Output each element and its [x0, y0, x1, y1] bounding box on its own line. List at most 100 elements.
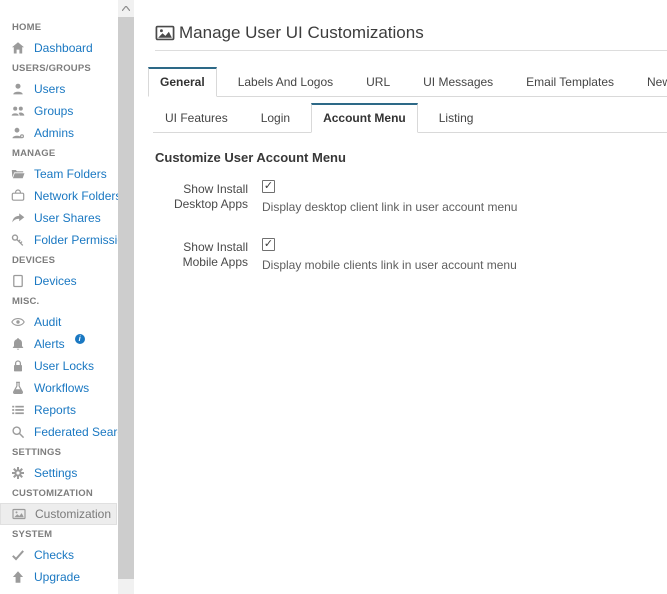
- list-icon: [11, 403, 25, 417]
- sidebar-item-label: Devices: [34, 274, 77, 288]
- sidebar-item-label: Groups: [34, 104, 73, 118]
- sidebar-item-label: Workflows: [34, 381, 89, 395]
- sidebar-item-label: User Locks: [34, 359, 94, 373]
- sidebar-item-label: Federated Search: [34, 425, 118, 439]
- bell-icon: [11, 337, 25, 351]
- arrow-up-icon: [11, 570, 25, 584]
- field-label: Show Install Mobile Apps: [155, 238, 248, 272]
- main-content: Manage User UI Customizations General La…: [134, 0, 667, 594]
- sidebar-item-checks[interactable]: Checks: [0, 544, 118, 566]
- sidebar-item-alerts[interactable]: Alertsi: [0, 333, 118, 355]
- field-control: ✓ Display mobile clients link in user ac…: [262, 238, 517, 272]
- sidebar-item-user-shares[interactable]: User Shares: [0, 207, 118, 229]
- sidebar-item-label: Settings: [34, 466, 77, 480]
- tab-news-feed[interactable]: News Feed: [635, 68, 667, 97]
- subtab-login[interactable]: Login: [249, 104, 302, 133]
- sidebar-item-label: Users: [34, 82, 65, 96]
- scrollbar-up-arrow-icon[interactable]: [118, 0, 134, 17]
- sidebar-section-users-groups: USERS/GROUPS: [0, 59, 118, 78]
- lock-icon: [11, 359, 25, 373]
- sidebar-item-customization[interactable]: Customization: [0, 503, 117, 525]
- sidebar-item-label: Reports: [34, 403, 76, 417]
- admin-portal-window: HOME Dashboard USERS/GROUPS Users Groups…: [0, 0, 667, 594]
- field-help-text: Display mobile clients link in user acco…: [262, 258, 517, 272]
- field-help-text: Display desktop client link in user acco…: [262, 200, 517, 214]
- sidebar-item-user-locks[interactable]: User Locks: [0, 355, 118, 377]
- sidebar-item-label: Audit: [34, 315, 61, 329]
- sidebar-item-audit[interactable]: Audit: [0, 311, 118, 333]
- key-icon: [11, 233, 25, 247]
- header-divider: [155, 50, 667, 51]
- page-title-image-icon: [155, 23, 175, 43]
- sidebar-section-customization: CUSTOMIZATION: [0, 484, 118, 503]
- show-install-desktop-apps-checkbox[interactable]: ✓: [262, 180, 275, 193]
- admin-users-icon: [11, 126, 25, 140]
- page-title: Manage User UI Customizations: [179, 23, 424, 43]
- sidebar-item-team-folders[interactable]: Team Folders: [0, 163, 118, 185]
- tab-email-templates[interactable]: Email Templates: [514, 68, 626, 97]
- tab-url[interactable]: URL: [354, 68, 402, 97]
- sidebar-section-system: SYSTEM: [0, 525, 118, 544]
- users-group-icon: [11, 104, 25, 118]
- tablet-icon: [11, 274, 25, 288]
- page-header: Manage User UI Customizations: [134, 0, 667, 46]
- sidebar-section-settings: SETTINGS: [0, 443, 118, 462]
- form-row-show-install-desktop-apps: Show Install Desktop Apps ✓ Display desk…: [155, 180, 667, 214]
- sidebar-item-folder-permissions[interactable]: Folder Permissions: [0, 229, 118, 251]
- eye-icon: [11, 315, 25, 329]
- sidebar-item-network-folders[interactable]: Network Folders: [0, 185, 118, 207]
- subtab-listing[interactable]: Listing: [427, 104, 486, 133]
- checkmark-glyph: ✓: [264, 181, 273, 192]
- sidebar-section-manage: MANAGE: [0, 144, 118, 163]
- sidebar-scrollbar[interactable]: [118, 0, 134, 594]
- field-control: ✓ Display desktop client link in user ac…: [262, 180, 517, 214]
- image-icon: [12, 507, 26, 521]
- account-menu-form: Show Install Desktop Apps ✓ Display desk…: [155, 180, 667, 272]
- subtab-ui-features[interactable]: UI Features: [153, 104, 240, 133]
- sidebar-section-home: HOME: [0, 18, 118, 37]
- sidebar-item-label: Customization: [35, 507, 111, 521]
- home-icon: [11, 41, 25, 55]
- subtab-account-menu[interactable]: Account Menu: [311, 103, 418, 133]
- sidebar-item-federated-search[interactable]: Federated Search: [0, 421, 118, 443]
- sidebar-item-label: Checks: [34, 548, 74, 562]
- sidebar-section-misc: MISC.: [0, 292, 118, 311]
- main-tab-bar: General Labels And Logos URL UI Messages…: [148, 66, 667, 97]
- sidebar-item-reports[interactable]: Reports: [0, 399, 118, 421]
- sidebar-item-groups[interactable]: Groups: [0, 100, 118, 122]
- sidebar-item-devices[interactable]: Devices: [0, 270, 118, 292]
- field-label: Show Install Desktop Apps: [155, 180, 248, 214]
- gear-icon: [11, 466, 25, 480]
- sidebar-item-workflows[interactable]: Workflows: [0, 377, 118, 399]
- sidebar-item-label: Upgrade: [34, 570, 80, 584]
- checkmark-icon: [11, 548, 25, 562]
- checkmark-glyph: ✓: [264, 239, 273, 250]
- tab-labels-and-logos[interactable]: Labels And Logos: [226, 68, 345, 97]
- network-drive-icon: [11, 189, 25, 203]
- sidebar-item-label: Network Folders: [34, 189, 118, 203]
- tab-ui-messages[interactable]: UI Messages: [411, 68, 505, 97]
- sidebar-item-admins[interactable]: Admins: [0, 122, 118, 144]
- user-icon: [11, 82, 25, 96]
- alerts-info-badge: i: [75, 334, 85, 344]
- sidebar-item-dashboard[interactable]: Dashboard: [0, 37, 118, 59]
- sidebar-nav: HOME Dashboard USERS/GROUPS Users Groups…: [0, 0, 118, 594]
- scrollbar-thumb[interactable]: [118, 17, 134, 579]
- share-arrow-icon: [11, 211, 25, 225]
- section-heading: Customize User Account Menu: [155, 150, 667, 165]
- show-install-mobile-apps-checkbox[interactable]: ✓: [262, 238, 275, 251]
- sidebar-item-settings[interactable]: Settings: [0, 462, 118, 484]
- sidebar-item-label: Alerts: [34, 337, 65, 351]
- sidebar-item-label: Folder Permissions: [34, 233, 118, 247]
- sidebar-item-users[interactable]: Users: [0, 78, 118, 100]
- tab-general[interactable]: General: [148, 67, 217, 97]
- magnifier-icon: [11, 425, 25, 439]
- folder-open-icon: [11, 167, 25, 181]
- sidebar-item-label: Team Folders: [34, 167, 107, 181]
- flask-icon: [11, 381, 25, 395]
- sub-tab-bar: UI Features Login Account Menu Listing: [153, 102, 667, 133]
- sidebar-section-devices: DEVICES: [0, 251, 118, 270]
- sidebar-item-label: Admins: [34, 126, 74, 140]
- sidebar-item-upgrade[interactable]: Upgrade: [0, 566, 118, 588]
- form-row-show-install-mobile-apps: Show Install Mobile Apps ✓ Display mobil…: [155, 238, 667, 272]
